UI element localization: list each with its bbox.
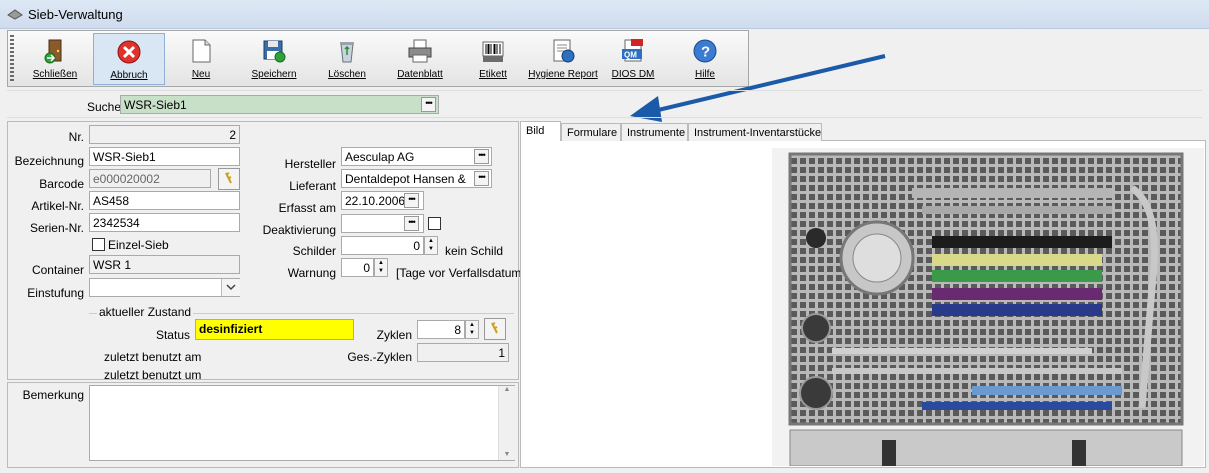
search-input[interactable]: WSR-Sieb1 bbox=[120, 95, 439, 114]
key-icon bbox=[225, 172, 232, 184]
barcode-label-icon bbox=[482, 41, 504, 62]
new-button[interactable]: Neu bbox=[166, 33, 236, 83]
new-document-icon bbox=[192, 39, 211, 63]
erfasst-date-picker-button[interactable]: ••• bbox=[404, 193, 419, 208]
deaktivierung-checkbox[interactable] bbox=[428, 217, 441, 230]
close-button[interactable]: Schließen bbox=[20, 33, 90, 83]
exit-door-icon bbox=[44, 39, 62, 64]
schilder-label: Schilder bbox=[292, 244, 336, 258]
artikel-field[interactable]: AS458 bbox=[89, 191, 240, 210]
label-button[interactable]: Etikett bbox=[458, 33, 528, 83]
status-field: desinfiziert bbox=[195, 319, 354, 340]
warnung-spinner[interactable]: ▲ ▼ bbox=[374, 258, 388, 277]
deaktivierung-label: Deaktivierung bbox=[262, 223, 336, 237]
zuletzt-benutzt-um-label: zuletzt benutzt um bbox=[104, 368, 202, 382]
einstufung-dropdown-button[interactable] bbox=[221, 279, 240, 296]
toolbar-grip[interactable] bbox=[10, 35, 14, 81]
lieferant-label: Lieferant bbox=[289, 179, 336, 193]
tab-bild[interactable]: Bild bbox=[520, 121, 561, 141]
schilder-spinner[interactable]: ▲ ▼ bbox=[424, 236, 438, 255]
hersteller-label: Hersteller bbox=[284, 157, 336, 171]
bemerkung-label: Bemerkung bbox=[22, 388, 84, 402]
delete-button[interactable]: Löschen bbox=[312, 33, 382, 83]
erfasst-label: Erfasst am bbox=[278, 201, 336, 215]
app-icon bbox=[7, 9, 23, 20]
search-bar: Suche WSR-Sieb1 ••• bbox=[7, 90, 1202, 118]
hersteller-lookup-button[interactable]: ••• bbox=[474, 149, 489, 164]
barcode-label: Barcode bbox=[39, 177, 84, 191]
barcode-field: e000020002 bbox=[89, 169, 211, 188]
serien-field[interactable]: 2342534 bbox=[89, 213, 240, 232]
tray-photo bbox=[772, 148, 1204, 466]
tab-instrumente[interactable]: Instrumente bbox=[621, 123, 688, 141]
zyklen-label: Zyklen bbox=[376, 328, 412, 342]
hersteller-field[interactable]: Aesculap AG bbox=[341, 147, 492, 166]
title-bar: Sieb-Verwaltung bbox=[0, 0, 1209, 29]
ges-zyklen-label: Ges.-Zyklen bbox=[347, 350, 412, 364]
zuletzt-benutzt-am-label: zuletzt benutzt am bbox=[104, 350, 202, 364]
zyklen-field[interactable]: 8 bbox=[417, 320, 465, 339]
cancel-button[interactable]: Abbruch bbox=[93, 33, 165, 85]
save-icon bbox=[263, 40, 286, 63]
einstufung-select[interactable] bbox=[89, 278, 240, 297]
status-label: Status bbox=[155, 328, 190, 342]
einzel-sieb-label: Einzel-Sieb bbox=[108, 238, 169, 252]
bemerkung-textarea[interactable] bbox=[89, 385, 515, 461]
serien-label: Serien-Nr. bbox=[29, 221, 84, 235]
instrument-tray-image bbox=[772, 148, 1204, 466]
barcode-edit-button[interactable] bbox=[218, 168, 240, 190]
zyklen-edit-button[interactable] bbox=[484, 318, 506, 340]
warnung-label: Warnung bbox=[287, 266, 336, 280]
search-lookup-button[interactable]: ••• bbox=[421, 97, 436, 112]
artikel-label: Artikel-Nr. bbox=[31, 199, 84, 213]
einstufung-label: Einstufung bbox=[27, 286, 84, 300]
nr-label: Nr. bbox=[68, 130, 84, 144]
key-icon bbox=[491, 322, 498, 334]
bezeichnung-field[interactable]: WSR-Sieb1 bbox=[89, 147, 240, 166]
save-button[interactable]: Speichern bbox=[239, 33, 309, 83]
search-label: Suche bbox=[86, 100, 121, 114]
chevron-down-icon bbox=[226, 284, 236, 291]
zustand-group-label: aktueller Zustand bbox=[97, 305, 194, 319]
einzel-sieb-checkbox[interactable] bbox=[92, 238, 105, 251]
tab-formulare[interactable]: Formulare bbox=[561, 123, 621, 141]
recycle-bin-icon bbox=[340, 42, 354, 63]
bezeichnung-label: Bezeichnung bbox=[14, 154, 84, 168]
bemerkung-scrollbar[interactable]: ▲ ▼ bbox=[498, 386, 515, 460]
tab-instrument-inventarstuecke[interactable]: Instrument-Inventarstücke bbox=[688, 123, 822, 141]
zyklen-spinner[interactable]: ▲ ▼ bbox=[465, 320, 479, 339]
container-field: WSR 1 bbox=[89, 255, 240, 274]
hygiene-report-icon bbox=[553, 39, 575, 63]
hygiene-report-button[interactable]: Hygiene Report bbox=[527, 33, 599, 83]
window-title: Sieb-Verwaltung bbox=[28, 7, 123, 22]
nr-field: 2 bbox=[89, 125, 240, 144]
datasheet-button[interactable]: Datenblatt bbox=[385, 33, 455, 83]
warnung-field[interactable]: 0 bbox=[341, 258, 374, 277]
schilder-suffix: kein Schild bbox=[445, 244, 504, 258]
container-label: Container bbox=[31, 263, 84, 277]
lieferant-field[interactable]: Dentaldepot Hansen & bbox=[341, 169, 492, 188]
schilder-field[interactable]: 0 bbox=[341, 236, 424, 255]
cancel-icon bbox=[117, 40, 141, 64]
lieferant-lookup-button[interactable]: ••• bbox=[474, 171, 489, 186]
ges-zyklen-field: 1 bbox=[417, 343, 509, 362]
warnung-suffix: [Tage vor Verfallsdatum] bbox=[396, 266, 525, 280]
printer-icon bbox=[408, 39, 432, 63]
deaktivierung-date-picker-button[interactable]: ••• bbox=[404, 216, 419, 231]
